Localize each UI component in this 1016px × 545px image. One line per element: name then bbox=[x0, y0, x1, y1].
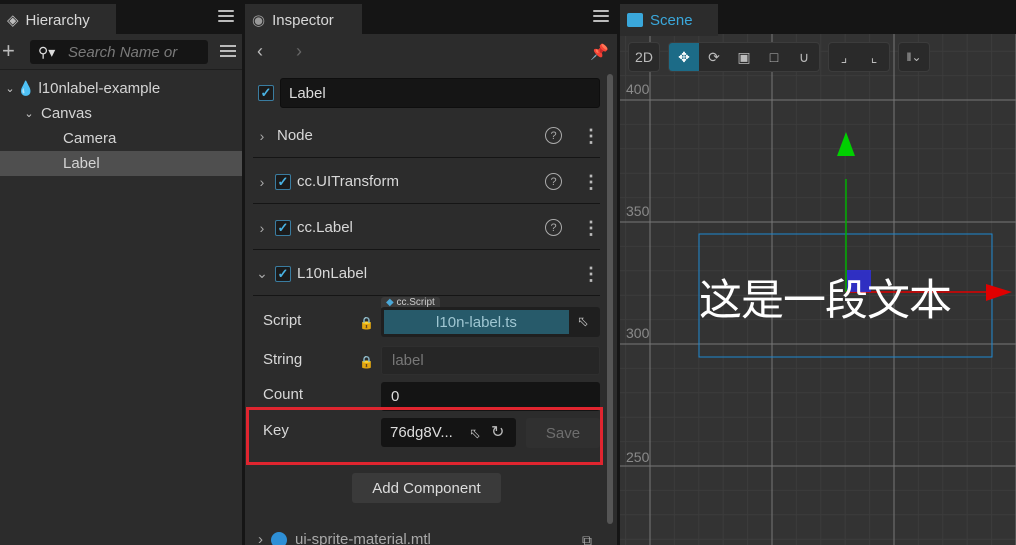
forward-icon[interactable]: › bbox=[296, 41, 302, 62]
component-l10nlabel[interactable]: ⌄ ✓ L10nLabel ⋮ bbox=[253, 252, 600, 296]
axis-label: 300 bbox=[626, 325, 650, 341]
component-node[interactable]: › Node ? ⋮ bbox=[253, 114, 600, 158]
coordinate-icon[interactable]: ⌞ bbox=[859, 43, 889, 71]
pick-asset-icon[interactable]: ⬁ bbox=[577, 313, 589, 330]
rect-tool-icon[interactable]: □ bbox=[759, 43, 789, 71]
chevron-down-icon[interactable]: ⌄ bbox=[22, 107, 36, 120]
hierarchy-toolbar: + ⚲▾ bbox=[0, 34, 242, 70]
node-name-input[interactable] bbox=[280, 78, 600, 108]
scene-icon bbox=[627, 13, 643, 27]
chevron-right-icon[interactable]: › bbox=[253, 220, 271, 236]
tree-item-label: Camera bbox=[63, 130, 117, 147]
component-enabled-checkbox[interactable]: ✓ bbox=[275, 219, 291, 236]
hierarchy-menu-icon[interactable] bbox=[218, 10, 234, 26]
list-options-icon[interactable] bbox=[220, 45, 236, 60]
component-uitransform[interactable]: › ✓ cc.UITransform ? ⋮ bbox=[253, 160, 600, 204]
more-icon[interactable]: ⋮ bbox=[582, 173, 600, 191]
string-field: label bbox=[381, 346, 600, 375]
hierarchy-tree: ⌄ 💧 l10nlabel-example ⌄ Canvas Camera La… bbox=[0, 76, 242, 176]
more-icon[interactable]: ⋮ bbox=[582, 265, 600, 283]
axis-label: 350 bbox=[626, 203, 650, 219]
move-tool-icon[interactable]: ✥ bbox=[669, 43, 699, 71]
scene-panel: 这是一段文本 400 350 300 250 Scene 2D ✥ ⟳ ▣ □ … bbox=[620, 0, 1016, 545]
inspector-title: Inspector bbox=[272, 11, 334, 29]
lock-icon: 🔒 bbox=[359, 355, 374, 369]
chevron-down-icon[interactable]: ⌄ bbox=[253, 265, 271, 282]
hierarchy-header: ◈ Hierarchy bbox=[0, 0, 242, 36]
x-axis-arrow bbox=[986, 284, 1012, 301]
inspector-header: ◉ Inspector bbox=[245, 0, 617, 36]
search-icon[interactable]: ⚲▾ bbox=[30, 44, 68, 61]
chevron-right-icon[interactable]: › bbox=[253, 128, 271, 144]
layers-icon: ◈ bbox=[7, 12, 19, 29]
back-icon[interactable]: ‹ bbox=[257, 41, 263, 62]
tree-item-label: Canvas bbox=[41, 105, 92, 122]
component-enabled-checkbox[interactable]: ✓ bbox=[275, 265, 291, 282]
scene-label-text[interactable]: 这是一段文本 bbox=[699, 266, 952, 328]
more-icon[interactable]: ⋮ bbox=[582, 127, 600, 145]
scale-tool-icon[interactable]: ▣ bbox=[729, 43, 759, 71]
lock-icon: 🔒 bbox=[359, 316, 374, 330]
chevron-down-icon[interactable]: ⌄ bbox=[3, 82, 17, 95]
component-title[interactable]: L10nLabel bbox=[297, 265, 582, 282]
component-title[interactable]: cc.UITransform bbox=[297, 173, 545, 190]
string-label: String bbox=[263, 351, 303, 368]
align-dropdown-icon[interactable]: ‖⌄ bbox=[899, 43, 929, 71]
tree-item-camera[interactable]: Camera bbox=[0, 126, 242, 151]
hierarchy-panel: ◈ Hierarchy + ⚲▾ ⌄ 💧 l10nlabel-example ⌄… bbox=[0, 0, 242, 545]
component-title[interactable]: Node bbox=[277, 127, 545, 144]
rotate-tool-icon[interactable]: ⟳ bbox=[699, 43, 729, 71]
chevron-right-icon[interactable]: › bbox=[258, 531, 263, 545]
tab-hierarchy[interactable]: ◈ Hierarchy bbox=[0, 4, 116, 36]
tree-item-label-node[interactable]: Label bbox=[0, 151, 242, 176]
material-icon bbox=[271, 531, 287, 545]
y-axis-arrow bbox=[837, 132, 855, 156]
tree-item-label: l10nlabel-example bbox=[38, 80, 161, 97]
search-box: ⚲▾ bbox=[30, 40, 208, 64]
component-enabled-checkbox[interactable]: ✓ bbox=[275, 173, 291, 190]
inspector-scrollbar[interactable] bbox=[607, 74, 613, 524]
axis-label: 250 bbox=[626, 449, 650, 465]
more-icon[interactable]: ⋮ bbox=[582, 219, 600, 237]
chevron-right-icon[interactable]: › bbox=[253, 174, 271, 190]
material-name: ui-sprite-material.mtl bbox=[295, 531, 431, 545]
component-title[interactable]: cc.Label bbox=[297, 219, 545, 236]
script-label: Script bbox=[263, 312, 302, 329]
help-icon[interactable]: ? bbox=[545, 219, 562, 236]
pivot-icon[interactable]: ⌟ bbox=[829, 43, 859, 71]
tab-inspector[interactable]: ◉ Inspector bbox=[245, 4, 362, 36]
hierarchy-title: Hierarchy bbox=[25, 11, 90, 29]
inspector-nav: ‹ › 📌 bbox=[245, 36, 617, 68]
tab-scene[interactable]: Scene bbox=[620, 4, 718, 36]
component-label[interactable]: › ✓ cc.Label ? ⋮ bbox=[253, 206, 600, 250]
tree-item-scene[interactable]: ⌄ 💧 l10nlabel-example bbox=[0, 76, 242, 101]
count-label: Count bbox=[263, 386, 304, 403]
tree-item-label: Label bbox=[63, 155, 100, 172]
search-input[interactable] bbox=[68, 43, 204, 61]
mode-2d-button[interactable]: 2D bbox=[629, 43, 659, 71]
inspector-menu-icon[interactable] bbox=[593, 10, 609, 26]
inspector-icon: ◉ bbox=[252, 12, 266, 29]
scene-title: Scene bbox=[650, 11, 693, 29]
tree-item-canvas[interactable]: ⌄ Canvas bbox=[0, 101, 242, 126]
add-node-icon[interactable]: + bbox=[2, 40, 15, 62]
scene-flame-icon: 💧 bbox=[17, 80, 35, 96]
add-component-button[interactable]: Add Component bbox=[352, 473, 501, 503]
help-icon[interactable]: ? bbox=[545, 127, 562, 144]
node-enabled-checkbox[interactable]: ✓ bbox=[258, 85, 274, 101]
highlight-box bbox=[246, 407, 603, 465]
script-asset[interactable]: l10n-label.ts bbox=[384, 310, 569, 334]
scene-toolbar: 2D ✥ ⟳ ▣ □ ∪ ⌟ ⌞ ‖⌄ bbox=[628, 42, 930, 72]
copy-icon[interactable]: ⧉ bbox=[582, 532, 592, 545]
material-row[interactable]: › ui-sprite-material.mtl bbox=[258, 531, 431, 545]
pin-icon[interactable]: 📌 bbox=[590, 43, 609, 61]
node-name-row: ✓ bbox=[258, 78, 600, 108]
snap-magnet-icon[interactable]: ∪ bbox=[789, 43, 819, 71]
inspector-panel: ◉ Inspector ‹ › 📌 ✓ › Node ? ⋮ › ✓ cc.UI… bbox=[245, 0, 617, 545]
scene-header: Scene bbox=[620, 0, 1016, 36]
axis-label: 400 bbox=[626, 81, 650, 97]
help-icon[interactable]: ? bbox=[545, 173, 562, 190]
script-field: l10n-label.ts ⬁ bbox=[381, 307, 600, 337]
